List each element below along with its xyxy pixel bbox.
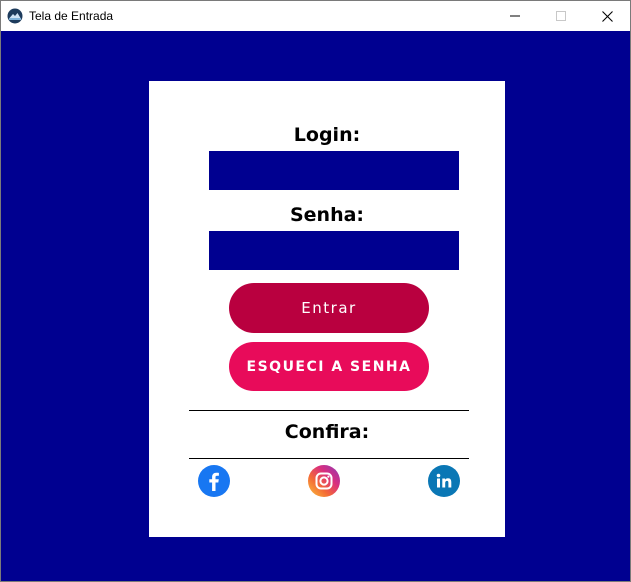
facebook-link[interactable]	[198, 465, 230, 497]
forgot-password-button[interactable]: ESQUECI A SENHA	[229, 342, 429, 391]
facebook-icon	[209, 472, 219, 491]
app-icon	[7, 8, 23, 24]
app-window: Tela de Entrada Login: Senha: Entrar ESQ…	[0, 0, 631, 582]
instagram-link[interactable]	[308, 465, 340, 497]
maximize-button[interactable]	[538, 1, 584, 31]
close-icon	[601, 10, 613, 22]
minimize-button[interactable]	[492, 1, 538, 31]
password-label: Senha:	[289, 204, 365, 226]
instagram-icon	[315, 472, 333, 490]
login-button[interactable]: Entrar	[229, 283, 429, 333]
title-bar[interactable]: Tela de Entrada	[1, 1, 630, 31]
login-input[interactable]	[209, 151, 459, 190]
divider-top	[189, 410, 469, 411]
login-label: Login:	[293, 124, 361, 146]
maximize-icon	[556, 11, 566, 21]
close-button[interactable]	[584, 1, 630, 31]
password-input[interactable]	[209, 231, 459, 270]
linkedin-icon	[436, 473, 452, 488]
divider-bottom	[189, 458, 469, 459]
linkedin-link[interactable]	[428, 465, 460, 497]
window-title: Tela de Entrada	[29, 9, 114, 23]
confira-label: Confira:	[284, 421, 370, 443]
minimize-icon	[510, 15, 520, 17]
client-area: Login: Senha: Entrar ESQUECI A SENHA Con…	[1, 31, 630, 581]
login-card: Login: Senha: Entrar ESQUECI A SENHA Con…	[149, 81, 505, 537]
